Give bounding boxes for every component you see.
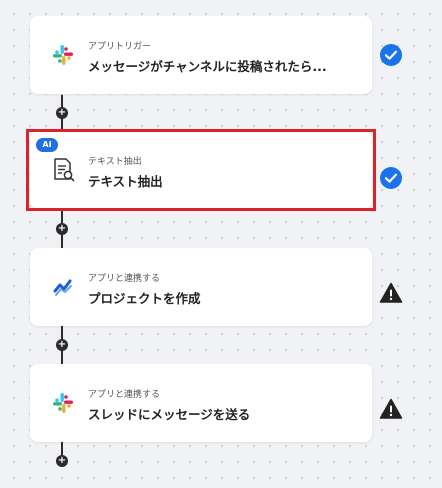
check-circle-icon (379, 166, 403, 190)
flow-step-card[interactable]: アプリと連携する プロジェクトを作成 (30, 248, 372, 326)
add-step-plus-icon[interactable]: + (56, 107, 68, 119)
app-logo-icon (50, 274, 76, 300)
slack-icon (50, 390, 76, 416)
step-type-label: アプリと連携する (88, 390, 161, 400)
check-circle-icon (379, 43, 403, 67)
add-step-plus-icon[interactable]: + (56, 455, 68, 467)
warning-icon (379, 397, 403, 421)
step-type-label: アプリと連携する (88, 274, 161, 284)
slack-icon (50, 42, 76, 68)
step-title: プロジェクトを作成 (88, 291, 201, 306)
selection-highlight (26, 129, 376, 211)
ai-badge: AI (36, 138, 58, 152)
step-title: スレッドにメッセージを送る (88, 407, 251, 422)
step-title: メッセージがチャンネルに投稿されたら... (88, 59, 327, 74)
step-type-label: アプリトリガー (88, 42, 152, 52)
add-step-plus-icon[interactable]: + (56, 223, 68, 235)
warning-icon (379, 281, 403, 305)
add-step-plus-icon[interactable]: + (56, 339, 68, 351)
flow-step-card[interactable]: アプリトリガー メッセージがチャンネルに投稿されたら... (30, 16, 372, 94)
flow-step-card[interactable]: アプリと連携する スレッドにメッセージを送る (30, 364, 372, 442)
